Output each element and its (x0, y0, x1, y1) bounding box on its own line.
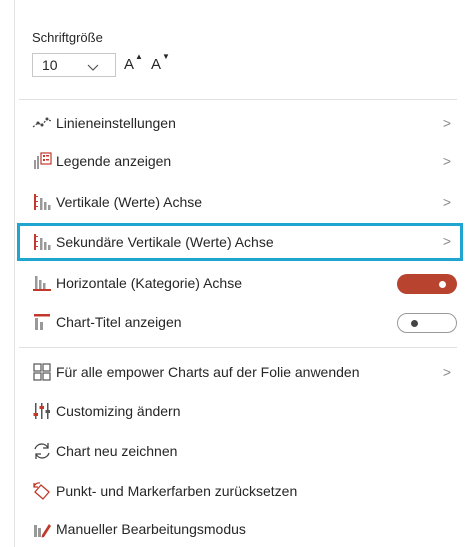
reset-colors-icon (32, 481, 52, 501)
menu-item-label: Manueller Bearbeitungsmodus (56, 521, 246, 537)
chevron-right-icon: > (442, 364, 451, 380)
menu-item-change-customizing[interactable]: Customizing ändern (15, 394, 465, 428)
font-size-value: 10 (42, 57, 58, 73)
menu-item-show-legend[interactable]: Legende anzeigen > (15, 144, 465, 178)
apply-all-charts-icon (32, 362, 52, 382)
menu-item-label: Legende anzeigen (56, 153, 172, 169)
menu-item-manual-edit-mode[interactable]: Manueller Bearbeitungsmodus (15, 512, 465, 546)
chevron-right-icon: > (442, 194, 451, 210)
increase-font-button[interactable]: A▲ (124, 52, 143, 73)
redraw-icon (32, 441, 52, 461)
font-size-dropdown[interactable]: 10 (32, 53, 116, 77)
legend-icon (32, 151, 52, 171)
menu-item-vertical-axis[interactable]: Vertikale (Werte) Achse > (15, 185, 465, 219)
menu-item-apply-all-charts[interactable]: Für alle empower Charts auf der Folie an… (15, 355, 465, 389)
decrease-font-button[interactable]: A▼ (151, 52, 170, 73)
divider (19, 347, 457, 348)
menu-item-redraw-chart[interactable]: Chart neu zeichnen (15, 434, 465, 468)
menu-item-label: Punkt- und Markerfarben zurücksetzen (56, 483, 298, 499)
chart-settings-menu: Schriftgröße 10 A▲ A▼ Linieneinstellunge… (14, 0, 465, 547)
menu-item-show-chart-title[interactable]: Chart-Titel anzeigen (15, 305, 465, 339)
toggle-knob (439, 281, 446, 288)
menu-item-horizontal-axis[interactable]: Horizontale (Kategorie) Achse (15, 266, 465, 300)
chevron-right-icon: > (442, 115, 451, 131)
font-size-label: Schriftgröße (32, 30, 103, 45)
menu-item-secondary-vertical-axis[interactable]: Sekundäre Vertikale (Werte) Achse > (17, 223, 463, 261)
manual-edit-icon (32, 519, 52, 539)
menu-item-line-settings[interactable]: Linieneinstellungen > (15, 106, 465, 140)
horizontal-axis-toggle[interactable] (397, 274, 457, 294)
menu-item-reset-marker-colors[interactable]: Punkt- und Markerfarben zurücksetzen (15, 474, 465, 508)
menu-item-label: Vertikale (Werte) Achse (56, 194, 203, 210)
customizing-icon (32, 401, 52, 421)
chevron-right-icon: > (442, 233, 451, 249)
menu-item-label: Für alle empower Charts auf der Folie an… (56, 364, 360, 380)
toggle-knob (411, 320, 418, 327)
menu-item-label: Customizing ändern (56, 403, 181, 419)
chart-title-toggle[interactable] (397, 313, 457, 333)
menu-item-label: Chart neu zeichnen (56, 443, 178, 459)
menu-item-label: Chart-Titel anzeigen (56, 314, 182, 330)
horizontal-axis-icon (32, 273, 52, 293)
secondary-vertical-axis-icon (32, 232, 52, 252)
chart-title-icon (32, 312, 52, 332)
menu-item-label: Sekundäre Vertikale (Werte) Achse (56, 234, 274, 250)
menu-item-label: Horizontale (Kategorie) Achse (56, 275, 242, 291)
line-settings-icon (32, 113, 52, 133)
divider (19, 99, 457, 100)
vertical-axis-icon (32, 192, 52, 212)
chevron-right-icon: > (442, 153, 451, 169)
chevron-down-icon (87, 60, 99, 76)
menu-item-label: Linieneinstellungen (56, 115, 176, 131)
